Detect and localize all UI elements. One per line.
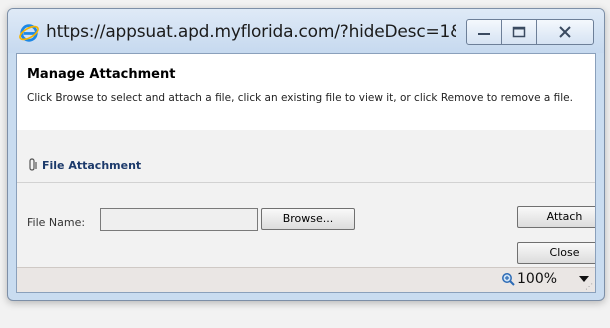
dialog-content: Manage Attachment Click Browse to select… [16, 53, 596, 293]
paperclip-icon [29, 158, 37, 171]
status-bar: 100% ⋰ [17, 267, 595, 292]
dialog-header: Manage Attachment Click Browse to select… [17, 54, 595, 131]
file-attachment-section-title: File Attachment [27, 158, 141, 172]
window-url: https://appsuat.apd.myflorida.com/?hideD… [46, 22, 456, 42]
maximize-button[interactable] [501, 19, 537, 45]
internet-explorer-icon [19, 24, 39, 42]
file-name-label: File Name: [27, 216, 86, 229]
divider [17, 182, 595, 183]
section-title-text: File Attachment [42, 159, 142, 172]
page-title: Manage Attachment [27, 67, 176, 82]
magnifier-icon[interactable] [501, 272, 515, 286]
zoom-level[interactable]: 100% [517, 271, 557, 287]
title-bar[interactable]: https://appsuat.apd.myflorida.com/?hideD… [8, 9, 604, 53]
resize-grip[interactable]: ⋰ [585, 283, 593, 291]
browser-popup-window: https://appsuat.apd.myflorida.com/?hideD… [7, 8, 605, 301]
close-window-button[interactable] [536, 19, 594, 45]
attachment-panel: File Attachment File Name: Browse... Att… [17, 130, 595, 270]
close-button[interactable]: Close [517, 242, 595, 264]
attach-button[interactable]: Attach [517, 206, 595, 228]
minimize-icon [478, 33, 490, 35]
instructions-text: Click Browse to select and attach a file… [27, 92, 573, 104]
file-name-input[interactable] [100, 208, 258, 231]
maximize-icon [512, 26, 526, 38]
close-icon [559, 26, 571, 38]
browse-button[interactable]: Browse... [261, 208, 355, 230]
minimize-button[interactable] [466, 19, 502, 45]
